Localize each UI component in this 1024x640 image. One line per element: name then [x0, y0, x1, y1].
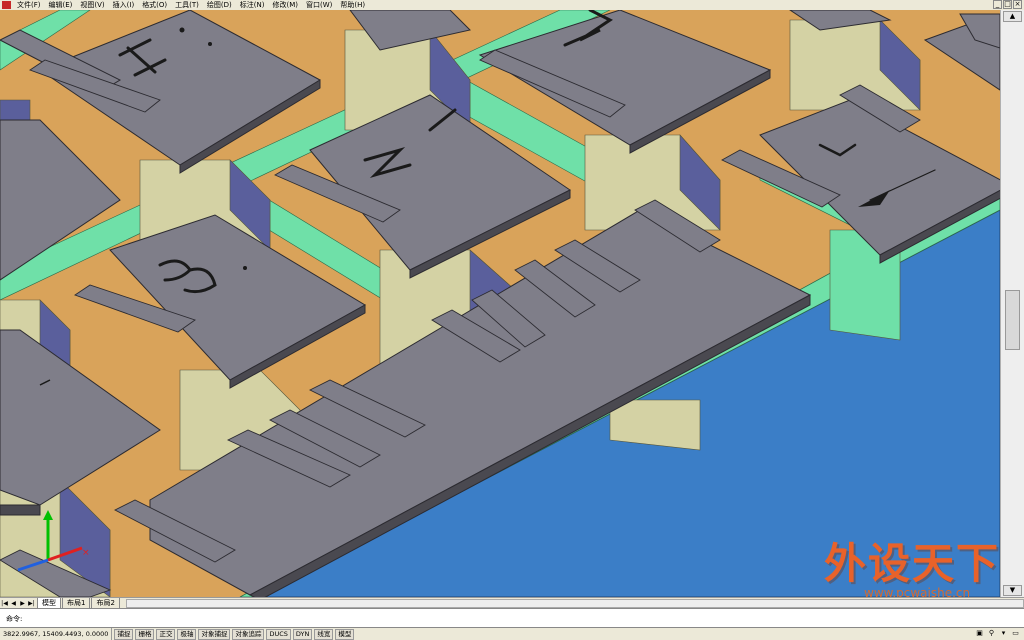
menu-tools[interactable]: 工具(T) [171, 0, 203, 10]
horizontal-scrollbar[interactable] [125, 599, 1024, 608]
settings-icon[interactable]: ▭ [1011, 629, 1020, 638]
prev-tab-button[interactable]: ◀ [9, 599, 18, 608]
command-prompt: 命令: [6, 615, 23, 623]
toggle-snap[interactable]: 捕捉 [114, 628, 134, 640]
scroll-down-button[interactable]: ▼ [1003, 585, 1022, 596]
coordinate-readout: 3822.9967, 15409.4493, 0.0000 [0, 628, 113, 640]
status-tray: ▣ ⚲ ▾ ▭ [975, 629, 1020, 638]
menu-dimension[interactable]: 标注(N) [236, 0, 269, 10]
menu-view[interactable]: 视图(V) [76, 0, 108, 10]
vertical-scrollbar[interactable]: ▲ ▼ [1000, 10, 1024, 597]
svg-text:×: × [82, 548, 90, 558]
communication-center-icon[interactable]: ▣ [975, 629, 984, 638]
toggle-lineweight[interactable]: 线宽 [314, 628, 334, 640]
legend-dot-1 [179, 27, 185, 33]
toggle-dyn[interactable]: DYN [292, 628, 313, 640]
last-tab-button[interactable]: ▶| [27, 599, 36, 608]
drawing-viewport[interactable]: × [0, 10, 1000, 597]
minimize-button[interactable]: _ [993, 0, 1002, 9]
menu-insert[interactable]: 插入(I) [109, 0, 139, 10]
toggle-otrack[interactable]: 对象追踪 [232, 628, 265, 640]
menu-window[interactable]: 窗口(W) [302, 0, 336, 10]
menu-edit[interactable]: 编辑(E) [45, 0, 77, 10]
scroll-up-button[interactable]: ▲ [1003, 11, 1022, 22]
legend-dot-2 [208, 42, 212, 46]
status-bar: 3822.9967, 15409.4493, 0.0000 捕捉 栅格 正交 极… [0, 628, 1024, 640]
command-line: 命令: [0, 608, 1024, 628]
window-controls: _ □ × [993, 0, 1022, 9]
first-tab-button[interactable]: |◀ [0, 599, 9, 608]
menu-file[interactable]: 文件(F) [13, 0, 45, 10]
toggle-osnap[interactable]: 对象捕捉 [198, 628, 231, 640]
toggle-polar[interactable]: 极轴 [177, 628, 197, 640]
autocad-app-icon[interactable] [2, 1, 11, 9]
menu-help[interactable]: 帮助(H) [336, 0, 369, 10]
toggle-ducs[interactable]: DUCS [266, 628, 291, 640]
legend-dot-3 [243, 266, 247, 270]
maximize-button[interactable]: □ [1003, 0, 1012, 9]
toggle-ortho[interactable]: 正交 [156, 628, 176, 640]
menu-format[interactable]: 格式(O) [138, 0, 171, 10]
menu-draw[interactable]: 绘图(D) [203, 0, 236, 10]
clean-screen-icon[interactable]: ▾ [999, 629, 1008, 638]
next-tab-button[interactable]: ▶ [18, 599, 27, 608]
menu-modify[interactable]: 修改(M) [268, 0, 302, 10]
toggle-model[interactable]: 模型 [335, 628, 355, 640]
command-input[interactable] [34, 612, 938, 626]
close-button[interactable]: × [1013, 0, 1022, 9]
keyboard-3d-model: × [0, 10, 1000, 597]
lock-icon[interactable]: ⚲ [987, 629, 996, 638]
scroll-thumb[interactable] [1005, 290, 1020, 350]
toggle-grid[interactable]: 栅格 [135, 628, 155, 640]
